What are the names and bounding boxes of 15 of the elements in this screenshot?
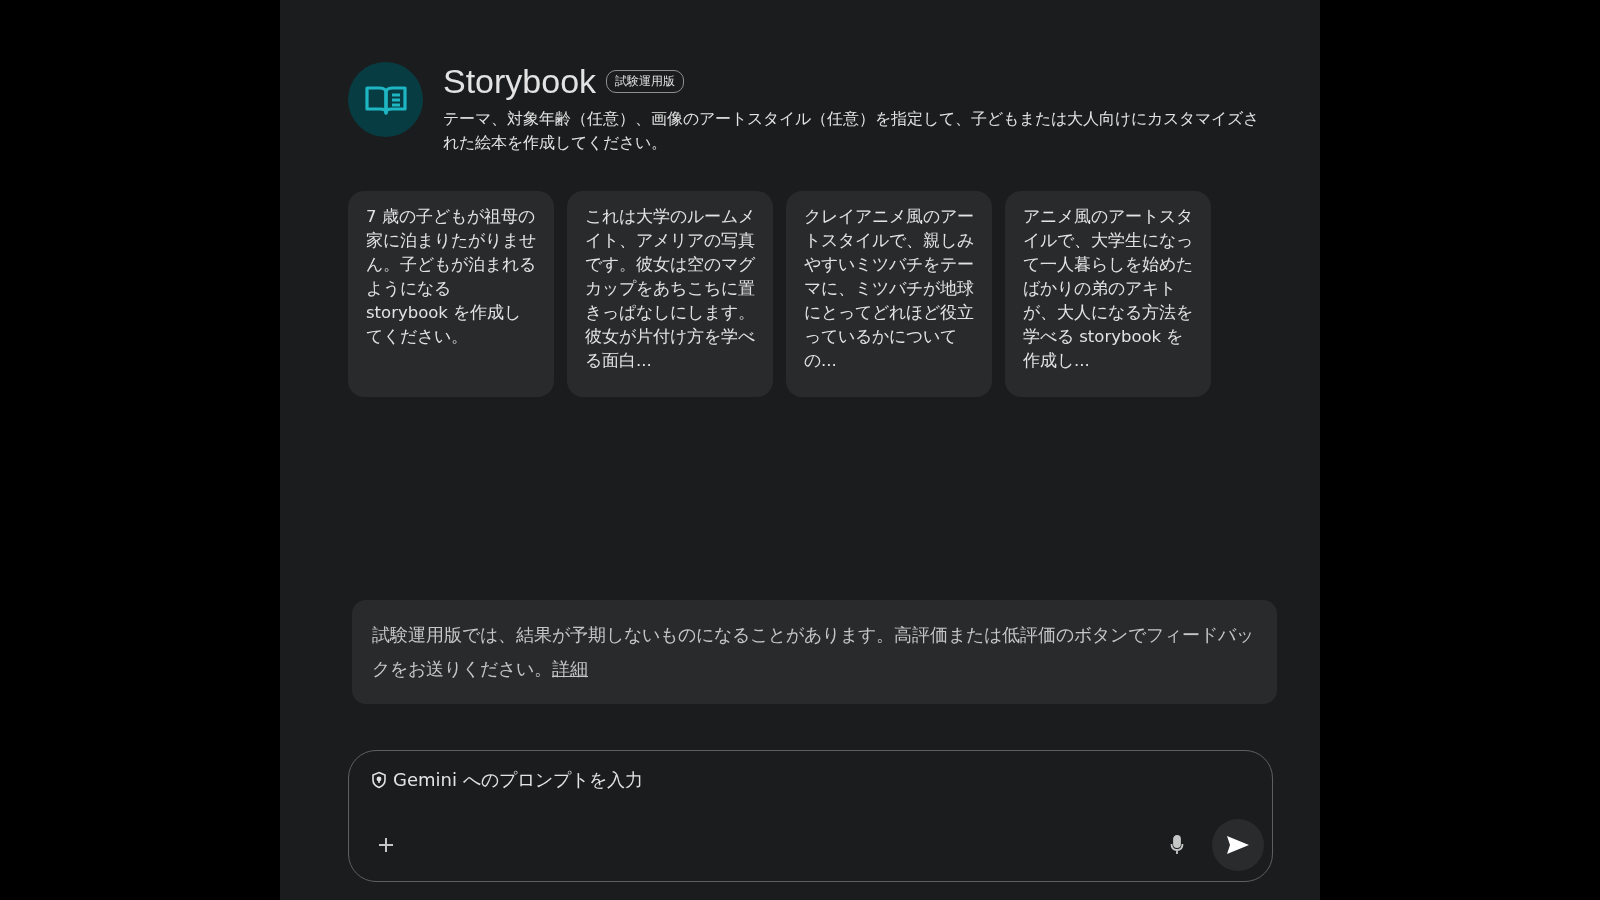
gem-description: テーマ、対象年齢（任意）、画像のアートスタイル（任意）を指定して、子どもまたは大人向けにカスタマイズされた絵本を作成してください。	[443, 109, 1260, 154]
plus-icon	[377, 836, 395, 854]
suggestion-card[interactable]: アニメ風のアートスタイルで、大学生になって一人暮らしを始めたばかりの弟のアキトが、大人になる方法を学べる storybook を作成し...	[1005, 191, 1211, 397]
notice-text: 試験運用版では、結果が予期しないものになることがあります。高評価または低評価のボタンでフィードバックをお送りください。詳細	[352, 600, 1277, 704]
suggestion-card[interactable]: これは大学のルームメイト、アメリアの写真です。彼女は空のマグカップをあちこちに置きっぱなしにします。彼女が片付け方を学べる面白...	[567, 191, 773, 397]
send-button[interactable]	[1212, 819, 1264, 871]
shield-icon	[371, 770, 387, 789]
microphone-icon	[1170, 835, 1184, 855]
prompt-input[interactable]: Gemini へのプロンプトを入力	[393, 769, 1264, 790]
gem-title: Storybook	[443, 62, 597, 101]
send-icon	[1225, 834, 1251, 856]
experimental-badge: 試験運用版	[606, 70, 685, 93]
suggestion-card[interactable]: 7 歳の子どもが祖母の家に泊まりたがりません。子どもが泊まれるようになる storybook を作成してください。	[348, 191, 554, 397]
suggestion-card[interactable]: クレイアニメ風のアートスタイルで、親しみやすいミツバチをテーマに、ミツバチが地球にとってどれほど役立っているかについての...	[786, 191, 992, 397]
details-link[interactable]: 詳細	[552, 659, 588, 679]
